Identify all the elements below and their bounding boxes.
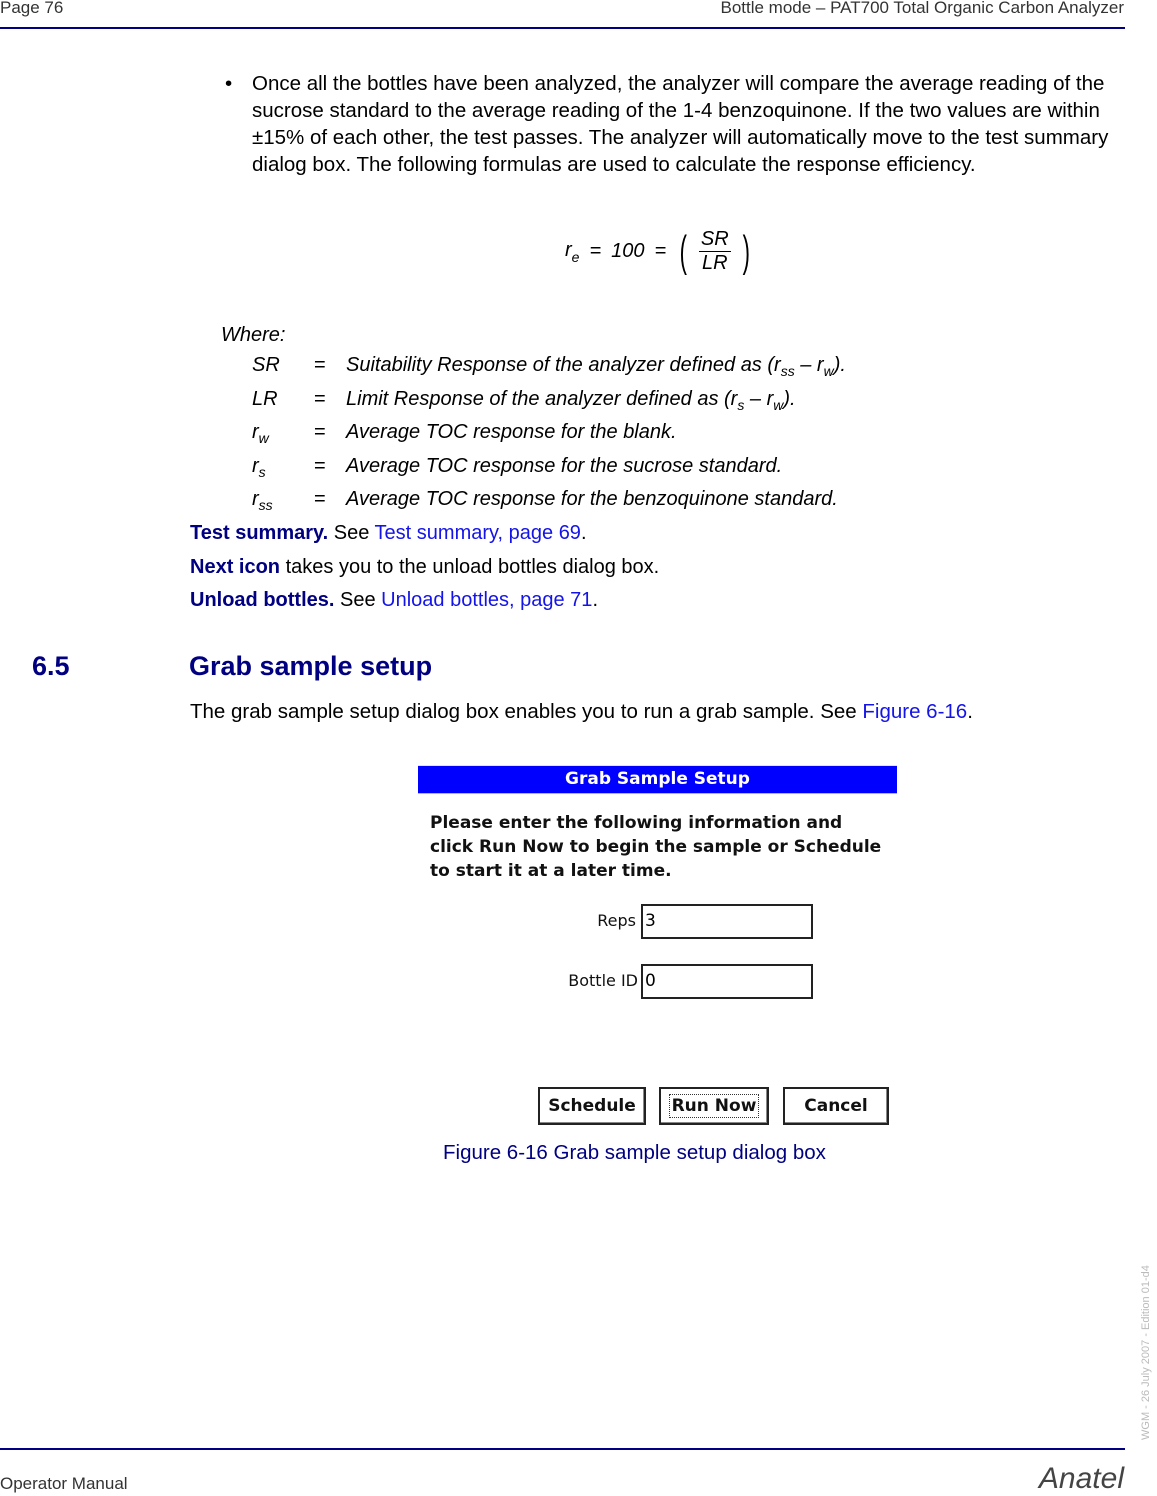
definition-description: Average TOC response for the blank. (346, 421, 677, 443)
reference-next-icon: Next icon takes you to the unload bottle… (190, 556, 659, 590)
formula-equals-2: = (654, 240, 667, 262)
reference-text: See (328, 522, 375, 544)
definition-description: Average TOC response for the sucrose sta… (346, 454, 783, 477)
formula-equals: = (589, 240, 602, 262)
reference-tail: . (580, 522, 587, 544)
reference-unload-bottles: Unload bottles. See Unload bottles, page… (190, 589, 659, 623)
reference-test-summary: Test summary. See Test summary, page 69. (190, 522, 659, 556)
edition-note: WGM - 26 July 2007 - Edition 01-d4 (1140, 1265, 1152, 1440)
bottle-id-label: Bottle ID (568, 971, 638, 990)
bullet-text: Once all the bottles have been analyzed,… (252, 72, 1109, 176)
definition-term: SR (252, 354, 280, 376)
run-now-label: Run Now (668, 1094, 760, 1118)
right-paren: ) (742, 226, 750, 276)
definition-equals: = (314, 421, 326, 443)
bottle-id-input[interactable]: 0 (641, 964, 813, 999)
definition-equals: = (314, 454, 326, 477)
reference-list: Test summary. See Test summary, page 69.… (190, 522, 659, 623)
section-intro: The grab sample setup dialog box enables… (190, 700, 973, 724)
message-line: click Run Now to begin the sample or Sch… (430, 837, 882, 857)
definition-equals: = (314, 387, 326, 410)
link-unload-bottles[interactable]: Unload bottles, page 71 (381, 589, 592, 611)
dialog-message: Please enter the following information a… (430, 811, 895, 883)
reference-text: See (334, 589, 382, 611)
definition-description: Limit Response of the analyzer defined a… (346, 387, 796, 413)
reps-label: Reps (597, 911, 636, 930)
definition-description: Average TOC response for the benzoquinon… (346, 488, 838, 510)
intro-text: The grab sample setup dialog box enables… (190, 700, 863, 723)
bullet-paragraph: • Once all the bottles have been analyze… (225, 70, 1125, 178)
reference-tail: . (592, 589, 598, 611)
reference-term: Next icon (190, 555, 281, 578)
message-line: to start it at a later time. (430, 861, 672, 881)
definition-term: rss (252, 488, 273, 513)
formula-fraction: SR LR (691, 228, 739, 275)
reps-input[interactable]: 3 (641, 904, 813, 939)
formula-lhs: re (565, 238, 580, 265)
schedule-button[interactable]: Schedule (538, 1087, 646, 1125)
link-test-summary[interactable]: Test summary, page 69 (375, 522, 581, 544)
definition-term: LR (252, 387, 278, 410)
reference-term: Test summary. (190, 522, 329, 544)
dialog-title-bar: Grab Sample Setup (418, 765, 897, 794)
header-divider (0, 27, 1125, 29)
definition-equals: = (314, 354, 326, 376)
fraction-denominator: LR (701, 252, 728, 274)
message-line: Please enter the following information a… (430, 813, 843, 833)
definition-term: rw (252, 421, 269, 446)
chapter-title: Bottle mode – PAT700 Total Organic Carbo… (720, 0, 1124, 17)
reference-text: takes you to the unload bottles dialog b… (280, 555, 660, 578)
where-label: Where: (221, 324, 286, 346)
figure-caption: Figure 6-16 Grab sample setup dialog box (443, 1141, 826, 1164)
grab-sample-setup-dialog: Grab Sample Setup Please enter the follo… (418, 765, 897, 1127)
section-title: Grab sample setup (189, 651, 433, 681)
reference-term: Unload bottles. (190, 589, 335, 611)
bullet-icon: • (225, 72, 233, 95)
run-now-button[interactable]: Run Now (659, 1087, 769, 1125)
brand-logo: Anatel (1038, 1462, 1124, 1495)
page-number: Page 76 (0, 0, 64, 17)
left-paren: ( (679, 226, 688, 276)
cancel-button[interactable]: Cancel (783, 1087, 889, 1125)
section-number: 6.5 (32, 651, 70, 681)
formula-constant: 100 (611, 240, 645, 262)
link-figure-6-16[interactable]: Figure 6-16 (862, 700, 967, 723)
response-efficiency-formula: re = 100 = ( SR LR ) (565, 228, 753, 275)
footer-manual-label: Operator Manual (0, 1474, 128, 1493)
definition-equals: = (314, 488, 326, 510)
fraction-numerator: SR (698, 228, 731, 252)
footer-divider (0, 1448, 1125, 1450)
definition-term: rs (252, 454, 266, 480)
intro-tail: . (967, 700, 973, 723)
definition-description: Suitability Response of the analyzer def… (346, 354, 846, 379)
